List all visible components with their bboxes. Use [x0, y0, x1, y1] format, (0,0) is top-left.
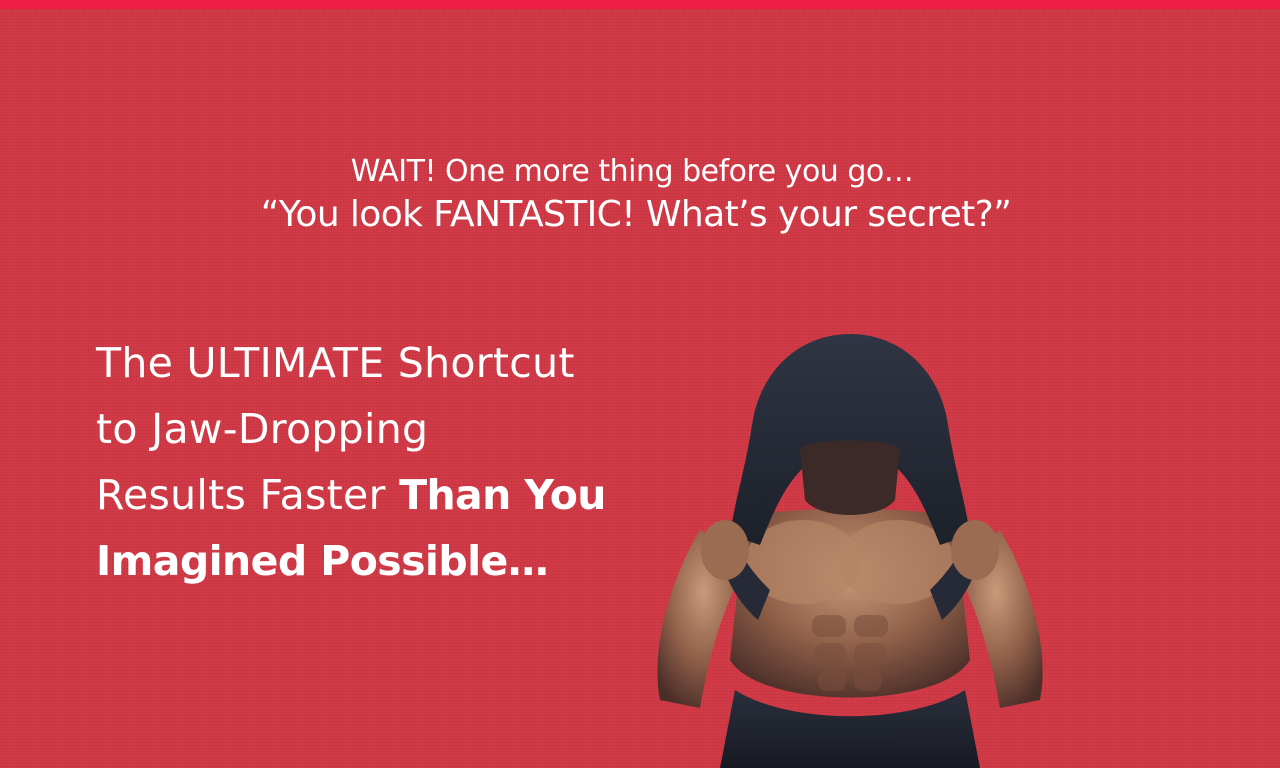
header-quote: “You look FANTASTIC! What’s your secret?…	[260, 194, 1012, 235]
header: WAIT! One more thing before you go… “You…	[0, 152, 1280, 238]
main-headline: The ULTIMATE Shortcut to Jaw-Dropping Re…	[96, 330, 636, 594]
headline-line-4: Imagined Possible…	[96, 537, 549, 585]
headline-line-1: The ULTIMATE Shortcut	[96, 339, 575, 387]
header-subtitle: WAIT! One more thing before you go…	[350, 154, 914, 189]
headline-line-3-regular: Results Faster	[96, 471, 400, 519]
headline-line-3: Results Faster Than You	[96, 462, 636, 528]
headline-line-3-bold: Than You	[399, 471, 606, 519]
top-accent-bar	[0, 0, 1280, 9]
hooded-muscular-man-image	[657, 334, 1043, 768]
headline-line-2: to Jaw-Dropping	[96, 405, 429, 453]
